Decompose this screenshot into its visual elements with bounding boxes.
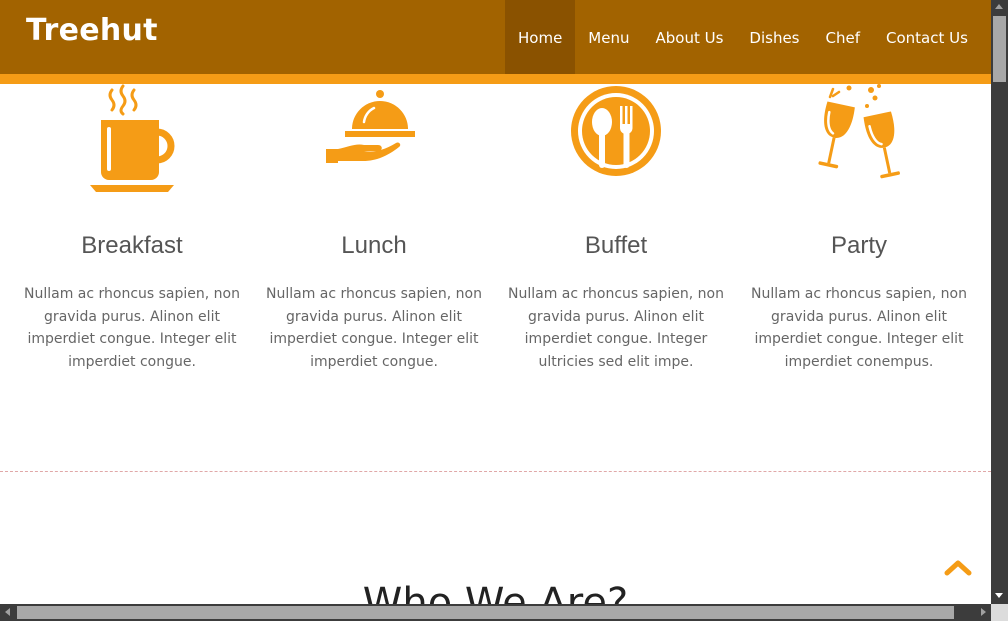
service-description: Nullam ac rhoncus sapien, non gravida pu… bbox=[265, 286, 482, 370]
service-title: Party bbox=[830, 232, 887, 259]
coffee-cup-icon bbox=[82, 84, 182, 196]
service-title: Lunch bbox=[341, 232, 407, 259]
service-description: Nullam ac rhoncus sapien, non gravida pu… bbox=[507, 286, 724, 370]
wine-glasses-toast-icon bbox=[809, 84, 909, 188]
chevron-up-icon bbox=[944, 560, 972, 576]
section-divider bbox=[0, 471, 991, 472]
header-accent-bar bbox=[0, 74, 991, 84]
nav-item-home[interactable]: Home bbox=[505, 0, 576, 74]
nav-item-menu[interactable]: Menu bbox=[575, 0, 642, 74]
scrollbar-corner bbox=[991, 604, 1008, 621]
nav-item-chef[interactable]: Chef bbox=[813, 0, 874, 74]
scroll-right-arrow-icon[interactable] bbox=[981, 608, 986, 616]
serving-cloche-icon bbox=[324, 84, 424, 184]
vertical-scroll-thumb[interactable] bbox=[993, 16, 1006, 82]
plate-spoon-fork-icon bbox=[566, 84, 666, 184]
service-title: Buffet bbox=[584, 232, 648, 259]
back-to-top-button[interactable] bbox=[944, 558, 972, 578]
service-title: Breakfast bbox=[81, 232, 183, 259]
site-logo[interactable]: Treehut bbox=[26, 13, 158, 48]
scroll-down-arrow-icon[interactable] bbox=[995, 593, 1003, 598]
horizontal-scrollbar[interactable] bbox=[0, 604, 991, 621]
nav-item-about-us[interactable]: About Us bbox=[642, 0, 736, 74]
service-description: Nullam ac rhoncus sapien, non gravida pu… bbox=[23, 286, 240, 370]
scroll-left-arrow-icon[interactable] bbox=[5, 608, 10, 616]
site-header: Treehut Home Menu About Us Dishes Chef C… bbox=[0, 0, 991, 74]
main-nav: Home Menu About Us Dishes Chef Contact U… bbox=[505, 0, 981, 74]
vertical-scrollbar[interactable] bbox=[991, 0, 1008, 604]
service-description: Nullam ac rhoncus sapien, non gravida pu… bbox=[750, 286, 967, 370]
nav-item-contact-us[interactable]: Contact Us bbox=[873, 0, 981, 74]
horizontal-scroll-thumb[interactable] bbox=[17, 606, 954, 619]
scroll-up-arrow-icon[interactable] bbox=[995, 4, 1003, 9]
nav-item-dishes[interactable]: Dishes bbox=[736, 0, 812, 74]
